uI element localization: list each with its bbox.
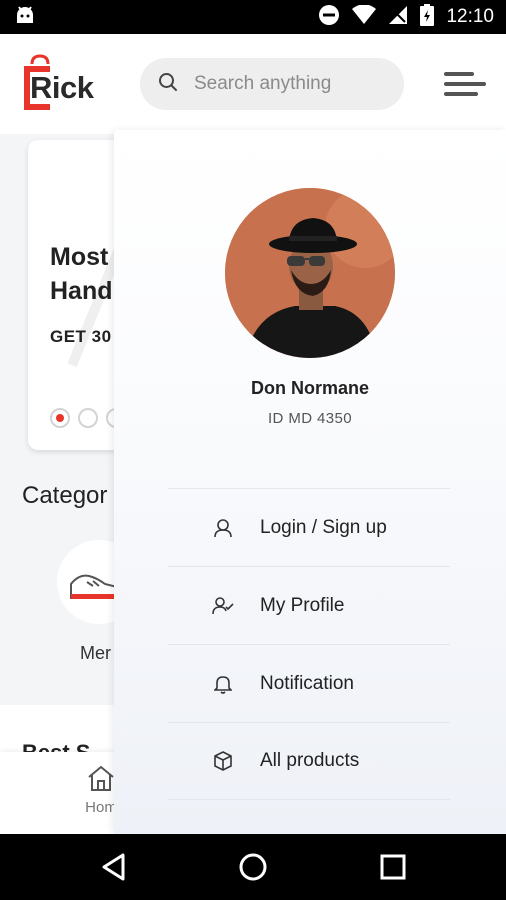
search-icon	[158, 72, 178, 97]
menu-item-all-products[interactable]: All products	[168, 722, 450, 800]
menu-item-label: Login / Sign up	[260, 516, 387, 538]
drawer-menu: Login / Sign up My Profile Notification …	[168, 488, 450, 800]
search-placeholder: Search anything	[194, 73, 332, 94]
user-photo	[225, 188, 395, 358]
user-icon	[212, 517, 234, 539]
banner-title: Most Hand	[50, 240, 113, 308]
home-circle-icon	[239, 853, 267, 881]
back-icon	[102, 853, 125, 881]
menu-item-login[interactable]: Login / Sign up	[168, 488, 450, 566]
menu-icon-bar	[444, 82, 486, 86]
user-check-icon	[212, 595, 234, 617]
home-icon	[88, 765, 114, 791]
menu-item-label: Notification	[260, 672, 354, 694]
search-bar[interactable]: Search anything	[140, 58, 404, 110]
status-bar: 12:10	[0, 0, 506, 34]
android-icon	[14, 5, 36, 30]
banner-title-line-1: Most	[50, 243, 109, 271]
signal-icon	[388, 5, 408, 30]
menu-item-notification[interactable]: Notification	[168, 644, 450, 722]
recents-icon	[380, 854, 406, 880]
avatar[interactable]	[225, 188, 395, 358]
menu-icon-bar	[444, 92, 478, 96]
category-label: Mer	[80, 643, 111, 663]
categories-title: Categor	[22, 482, 108, 509]
app-screen: 12:10 Rick Search anything Most Hand GET…	[0, 0, 506, 900]
carousel-dot-active[interactable]	[50, 408, 70, 428]
app-header: Rick Search anything	[0, 34, 506, 134]
system-navigation-bar	[0, 834, 506, 900]
do-not-disturb-icon	[318, 4, 340, 31]
menu-item-label: All products	[260, 750, 360, 771]
side-drawer: Don Normane ID MD 4350 Login / Sign up M…	[114, 130, 506, 834]
menu-item-my-profile[interactable]: My Profile	[168, 566, 450, 644]
menu-item-label: My Profile	[260, 594, 345, 616]
box-icon	[212, 750, 234, 772]
back-button[interactable]	[98, 850, 132, 884]
banner-title-line-2: Hand	[50, 277, 113, 305]
logo-text: Rick	[30, 70, 94, 105]
user-name: Don Normane	[250, 378, 369, 398]
battery-icon	[420, 3, 435, 31]
menu-icon	[444, 72, 474, 76]
recents-button[interactable]	[376, 850, 410, 884]
menu-button[interactable]	[444, 70, 488, 100]
user-id: ID MD 4350	[267, 410, 353, 427]
bell-icon	[212, 673, 234, 695]
banner-subtitle: GET 30	[50, 327, 112, 346]
logo[interactable]: Rick	[20, 54, 100, 114]
wifi-icon	[352, 3, 377, 30]
home-button[interactable]	[236, 850, 270, 884]
carousel-dot[interactable]	[78, 408, 98, 428]
status-time: 12:10	[446, 6, 494, 27]
